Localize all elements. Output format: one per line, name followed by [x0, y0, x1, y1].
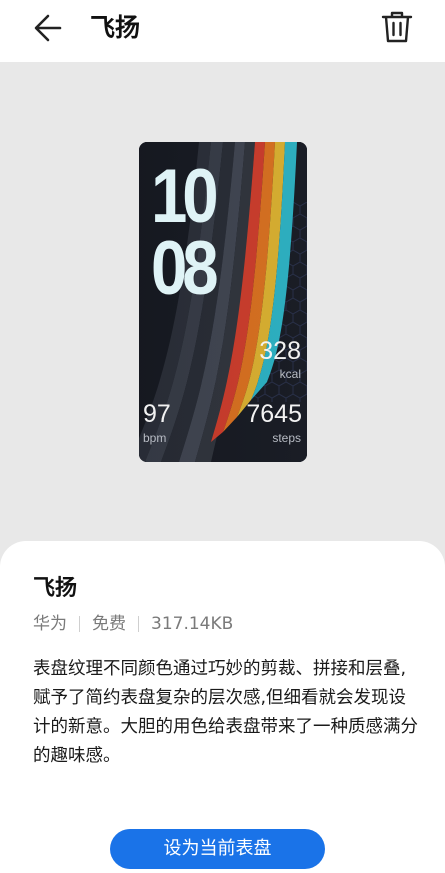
watchface-description: 表盘纹理不同颜色通过巧妙的剪裁、拼接和层叠,赋予了简约表盘复杂的层次感,但细看就…	[33, 659, 418, 766]
calories-value: 328	[259, 337, 301, 365]
watch-minute: 08	[151, 226, 219, 311]
details-sheet: 飞扬 华为 免费 317.14KB 表盘纹理不同颜色通过巧妙的剪裁、拼接和层叠,…	[0, 541, 445, 873]
page-title: 飞扬	[90, 13, 141, 42]
steps-value: 7645	[246, 400, 302, 428]
set-as-current-watchface-button[interactable]: 设为当前表盘	[110, 829, 325, 869]
price-label: 免费	[92, 614, 126, 634]
steps-unit: steps	[272, 431, 301, 445]
back-button[interactable]	[30, 11, 70, 45]
size-label: 317.14KB	[151, 614, 234, 634]
heart-rate-unit: bpm	[143, 431, 167, 445]
watchface-name: 飞扬	[33, 576, 78, 601]
meta-divider	[138, 616, 139, 632]
calories-unit: kcal	[279, 367, 301, 381]
delete-button[interactable]	[378, 8, 416, 46]
trash-icon	[381, 11, 413, 43]
watch-hour: 10	[151, 154, 219, 239]
watchface-preview: 10 08 328 kcal 97 bpm 7645 steps	[139, 142, 307, 462]
heart-rate-value: 97	[143, 400, 171, 428]
top-app-bar: 飞扬	[0, 0, 445, 62]
watchface-meta: 华为 免费 317.14KB	[33, 613, 233, 635]
meta-divider	[79, 616, 80, 632]
back-arrow-icon	[34, 14, 62, 42]
vendor-label: 华为	[33, 614, 67, 634]
